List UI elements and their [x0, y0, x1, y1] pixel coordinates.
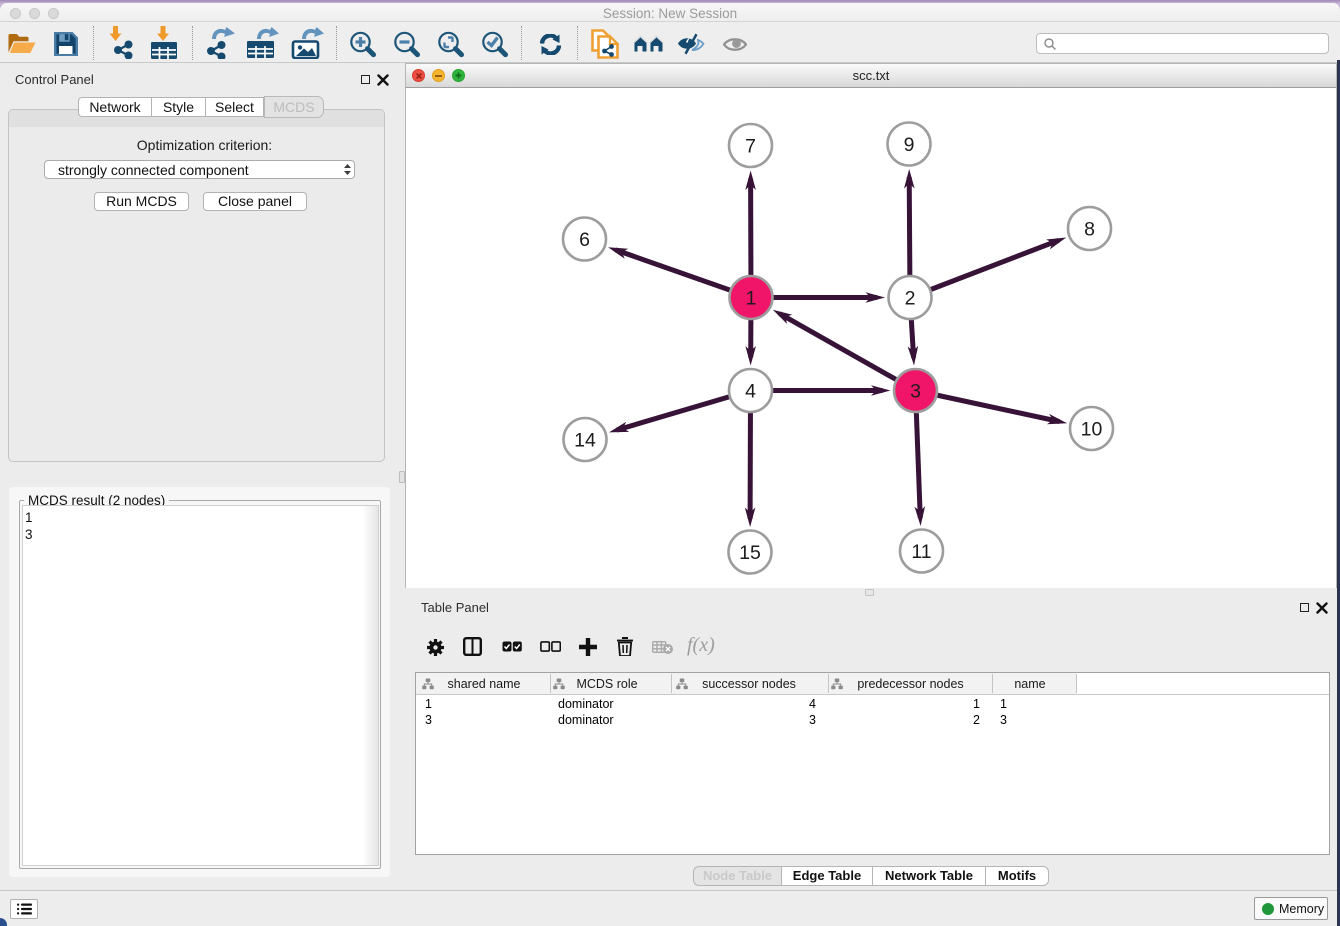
svg-text:11: 11: [911, 541, 931, 563]
svg-text:1: 1: [746, 288, 757, 310]
svg-text:9: 9: [904, 134, 915, 156]
svg-text:6: 6: [579, 229, 590, 251]
svg-text:7: 7: [745, 136, 756, 158]
svg-text:3: 3: [910, 381, 921, 403]
svg-text:10: 10: [1081, 419, 1103, 441]
svg-text:14: 14: [574, 430, 596, 452]
svg-text:8: 8: [1084, 219, 1095, 241]
svg-text:2: 2: [905, 288, 916, 310]
svg-text:4: 4: [745, 381, 756, 403]
svg-text:15: 15: [739, 542, 761, 564]
